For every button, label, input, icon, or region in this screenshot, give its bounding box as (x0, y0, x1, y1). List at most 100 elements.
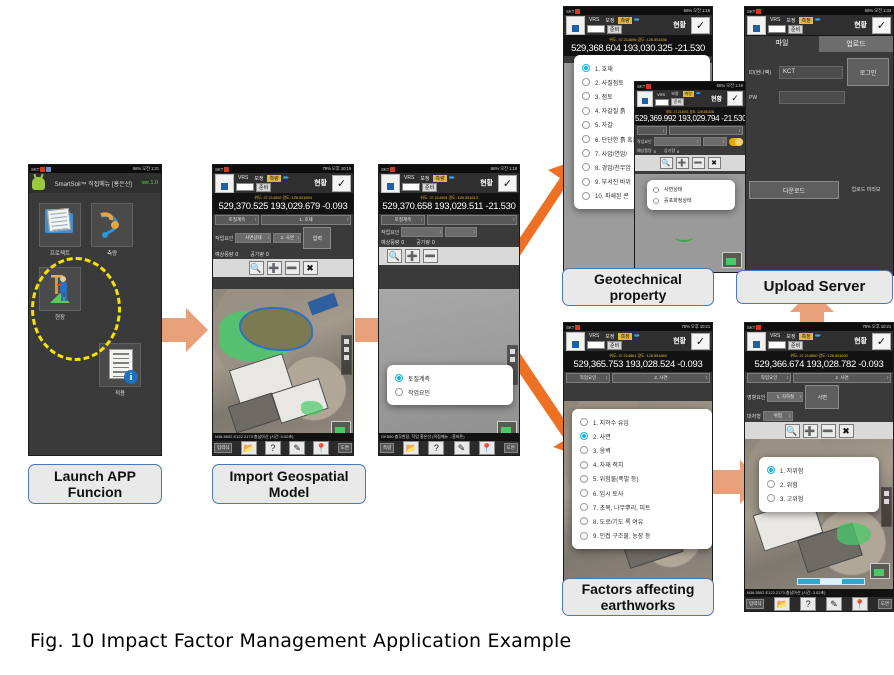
radio-icon[interactable] (580, 460, 588, 469)
dialog-option[interactable]: 9. 인접 구조물, 농장 등 (576, 529, 708, 543)
fix-tag[interactable]: 측량 (618, 16, 632, 24)
radio-icon[interactable] (767, 494, 775, 503)
category-select[interactable]: 작업요인 (747, 373, 791, 383)
factor-select-b[interactable] (445, 227, 478, 237)
search-icon[interactable]: 🔍 (659, 157, 673, 169)
home-button[interactable] (747, 331, 766, 351)
minus-icon[interactable]: ➖ (423, 249, 438, 263)
toggle-switch[interactable] (729, 137, 743, 146)
layer-select[interactable]: 도면 (877, 599, 892, 609)
pin-icon[interactable]: 📍 (851, 597, 868, 611)
minimap[interactable] (722, 252, 742, 268)
radio-icon[interactable] (653, 186, 659, 193)
survey-tile[interactable] (91, 203, 133, 247)
status-field[interactable] (587, 341, 605, 349)
radio-icon[interactable] (582, 106, 590, 115)
position-tag[interactable]: 보정 (603, 17, 616, 24)
radio-icon[interactable] (582, 177, 590, 186)
volume-value[interactable]: 0 (401, 240, 404, 246)
home-button[interactable] (215, 173, 234, 193)
dialog-option[interactable]: 3. 옹벽 (576, 443, 708, 457)
folder-icon[interactable]: 📂 (403, 441, 420, 455)
dialog-option[interactable]: 2. 사면 (576, 429, 708, 443)
category-select[interactable]: 토질계측 (215, 215, 259, 225)
pw-field[interactable] (779, 91, 845, 104)
tab-file[interactable]: 파일 (745, 36, 819, 52)
dialog-option[interactable]: 8. 도로/기도 록 여유 (576, 514, 708, 528)
radio-icon[interactable] (767, 480, 775, 489)
air-value[interactable]: 0 (266, 252, 269, 258)
vrs-tag[interactable]: VRS (768, 333, 782, 339)
radio-icon[interactable] (582, 92, 590, 101)
vrs-tag[interactable]: VRS (587, 17, 601, 23)
pencil-icon[interactable]: ✎ (826, 597, 842, 611)
vrs-tag[interactable]: VRS (587, 333, 601, 339)
category-select[interactable]: 작업요인 (566, 373, 610, 383)
dialog-option[interactable]: 1. 지하수 유입 (576, 415, 708, 429)
position-tag[interactable]: 보정 (418, 175, 431, 182)
factor-select-a[interactable] (401, 227, 444, 237)
confirm-check-button[interactable]: ✓ (872, 16, 891, 34)
slope-state-select[interactable]: 사면상태 (235, 233, 272, 243)
download-button[interactable]: 다운로드 (749, 181, 839, 199)
position-tag[interactable]: 보정 (252, 175, 265, 182)
help-icon[interactable]: ? (428, 441, 445, 455)
folder-icon[interactable]: 📂 (774, 597, 791, 611)
vrs-tag[interactable]: VRS (402, 175, 416, 181)
risk-level-dialog[interactable]: 1. 저위험 2. 위험 3. 고위험 (759, 457, 879, 512)
dialog-option[interactable]: 3. 고위험 (763, 491, 875, 505)
layer-select[interactable]: 도면 (337, 443, 352, 453)
help-icon[interactable]: ? (264, 441, 281, 455)
aerial-map[interactable]: N36.5502 E122.2173 충남아산 (시간: 0.02초) 입력식 … (213, 289, 353, 455)
status-field[interactable] (587, 25, 605, 33)
item-select[interactable] (669, 126, 743, 135)
confirm-check-button[interactable]: ✓ (691, 332, 710, 350)
factor-select-a[interactable] (653, 137, 701, 146)
radio-icon[interactable] (580, 503, 588, 512)
plus-icon[interactable]: ➕ (802, 424, 818, 438)
folder-icon[interactable]: 📂 (240, 441, 257, 455)
earthwork-factor-dialog[interactable]: 1. 지하수 유입 2. 사면 3. 옹벽 4. 자재 적치 5. 위험물(폭발… (572, 409, 712, 549)
ready-button[interactable]: 준비 (607, 24, 623, 34)
dialog-option[interactable]: 1. 저위험 (763, 463, 875, 477)
search-icon[interactable]: 🔍 (784, 424, 800, 438)
confirm-check-button[interactable]: ✓ (872, 332, 891, 350)
minus-icon[interactable]: ➖ (284, 261, 300, 275)
radio-icon[interactable] (582, 64, 590, 73)
ready-button[interactable]: 준비 (422, 182, 438, 192)
app-icon-project[interactable]: 프로젝트 (39, 203, 81, 257)
home-button[interactable] (566, 331, 585, 351)
status-field[interactable] (655, 98, 669, 106)
home-button[interactable] (566, 15, 585, 35)
volume-value[interactable]: 0 (235, 252, 238, 258)
factor-select-b[interactable] (703, 137, 727, 146)
mode-select[interactable]: 입력식 (214, 443, 233, 453)
influence-select[interactable]: 1. 지하철 (767, 392, 804, 402)
dialog-option[interactable]: 2. 위험 (763, 477, 875, 491)
dialog-option[interactable]: 흙포화정상태 (650, 195, 732, 206)
vrs-tag[interactable]: VRS (236, 175, 250, 181)
status-field[interactable] (402, 183, 420, 191)
confirm-check-button[interactable]: ✓ (498, 174, 517, 192)
fix-tag[interactable]: 측량 (433, 174, 447, 182)
ready-button[interactable]: 준비 (607, 340, 623, 350)
fix-tag[interactable]: 측량 (267, 174, 281, 182)
status-field[interactable] (768, 25, 786, 33)
mode-select[interactable]: 입력식 (746, 599, 765, 609)
pin-icon[interactable]: 📍 (478, 441, 495, 455)
home-button[interactable] (747, 15, 766, 35)
radio-icon[interactable] (580, 517, 588, 526)
ready-button[interactable]: 준비 (788, 340, 804, 350)
dialog-option[interactable]: 사면상태 (650, 184, 732, 195)
dialog-option[interactable]: 1. 호재 (578, 61, 706, 75)
mode-select[interactable]: 측량 (380, 443, 395, 453)
app-icon-survey[interactable]: 측량 (91, 203, 133, 257)
radio-icon[interactable] (582, 191, 590, 200)
radio-icon[interactable] (582, 149, 590, 158)
mode-dialog[interactable]: 토질계측 작업요인 (387, 365, 513, 406)
fix-tag[interactable]: 측정 (799, 16, 813, 24)
radio-icon[interactable] (582, 163, 590, 172)
radio-icon[interactable] (582, 120, 590, 129)
confirm-check-button[interactable]: ✓ (691, 16, 710, 34)
slope-item-select[interactable]: 2. 사면 (273, 233, 302, 243)
